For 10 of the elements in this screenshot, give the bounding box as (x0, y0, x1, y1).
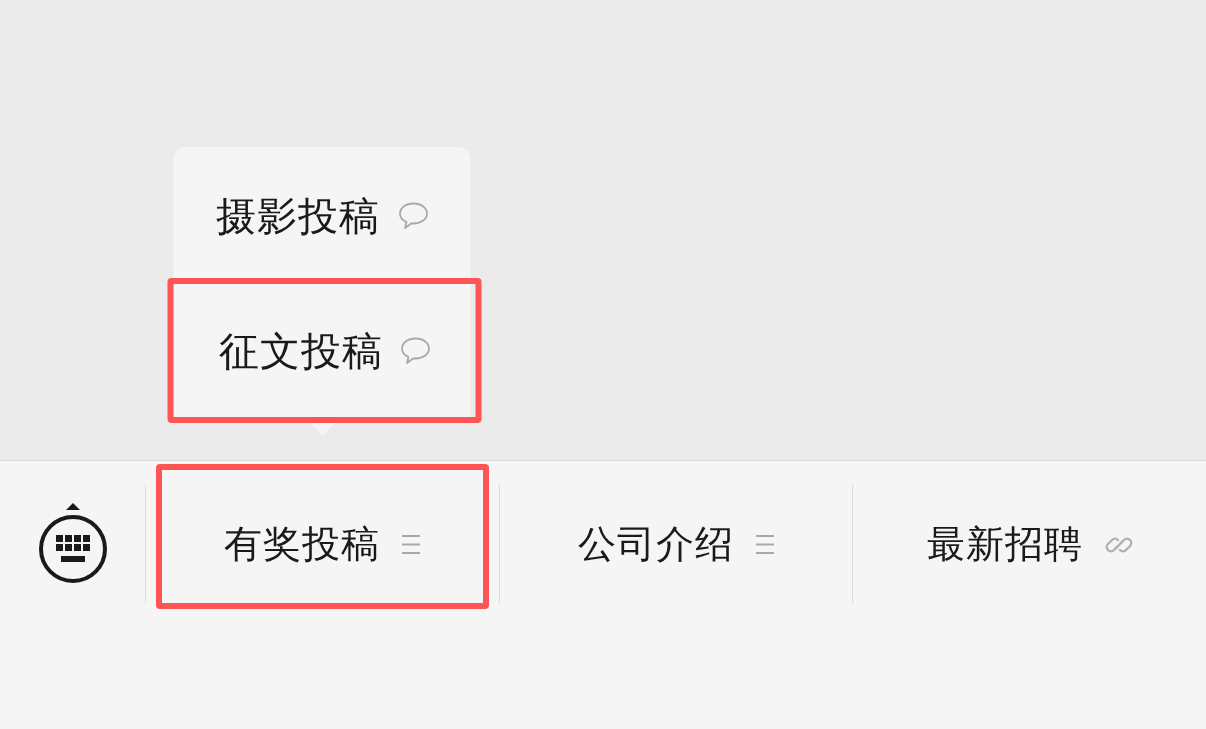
keyboard-icon[interactable] (36, 502, 109, 585)
speech-bubble-icon (398, 202, 429, 230)
menu-lines-icon (756, 535, 774, 554)
pointer-icon (310, 423, 335, 436)
menu-item[interactable]: 有奖投稿 (156, 464, 489, 609)
speech-bubble-icon (400, 336, 431, 365)
menu-lines-icon (402, 535, 421, 554)
submenu-item[interactable]: 征文投稿 (167, 278, 482, 423)
menu-item[interactable]: 最新招聘 (863, 464, 1196, 609)
menu-item[interactable]: 公司介绍 (509, 464, 843, 609)
